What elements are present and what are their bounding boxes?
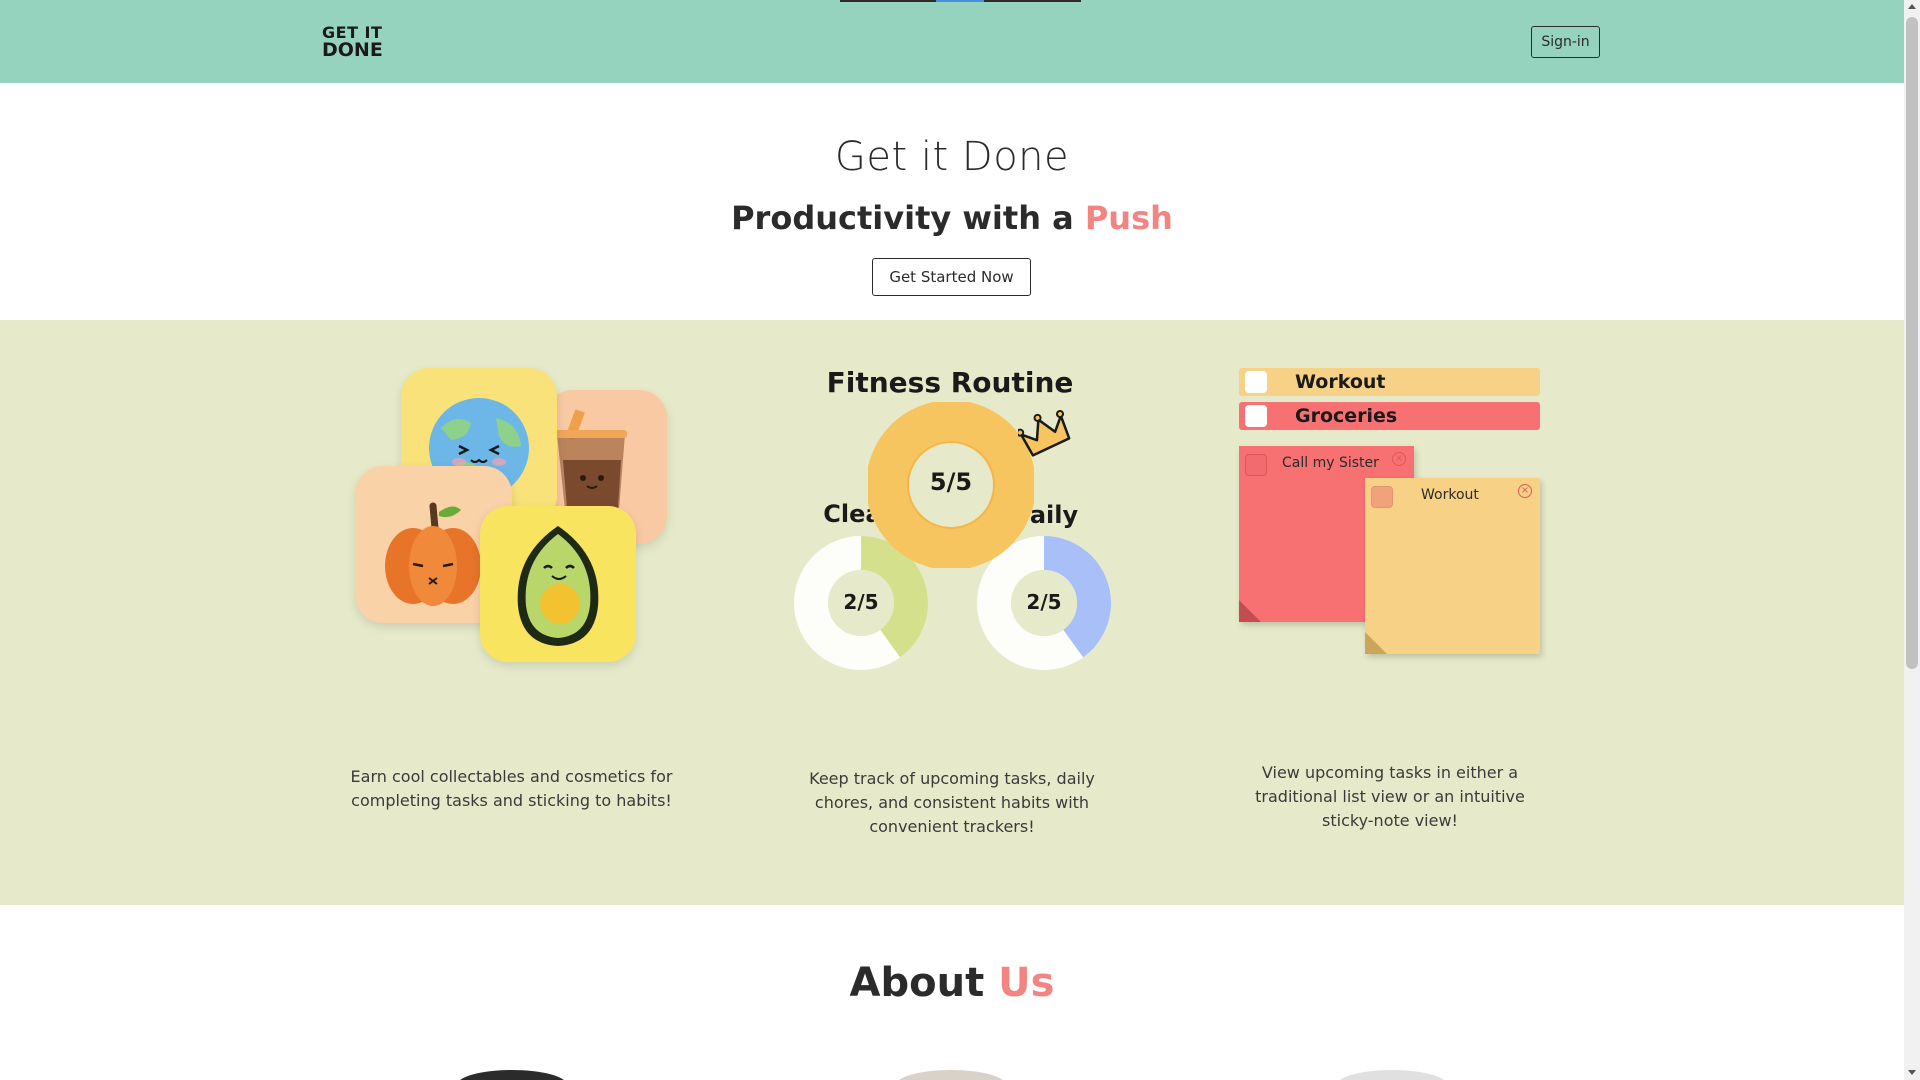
- logo[interactable]: GET IT DONE: [322, 25, 388, 61]
- trackers-description: Keep track of upcoming tasks, daily chor…: [809, 769, 1095, 836]
- sticky-note-label: Workout: [1421, 487, 1479, 503]
- avatar: [896, 1070, 1006, 1080]
- list-item[interactable]: Workout: [1239, 368, 1540, 396]
- avatar: [1337, 1070, 1447, 1080]
- navbar: GET IT DONE Sign-in: [0, 0, 1904, 83]
- list-item-label: Groceries: [1295, 405, 1398, 427]
- hero-subtitle-accent: Push: [1084, 199, 1173, 237]
- collectables-description: Earn cool collectables and cosmetics for…: [350, 767, 673, 810]
- tracker-main-value: 5/5: [929, 468, 973, 496]
- scrollbar-thumb[interactable]: [1906, 17, 1918, 669]
- scroll-down-icon[interactable]: [1908, 1070, 1916, 1075]
- hero-title: Get it Done: [834, 134, 1070, 180]
- close-icon[interactable]: ×: [1518, 484, 1532, 498]
- checkbox[interactable]: [1245, 371, 1267, 393]
- close-icon[interactable]: ×: [1392, 452, 1406, 466]
- scroll-up-icon[interactable]: [1908, 4, 1916, 9]
- avatar: [457, 1070, 567, 1080]
- about-title: About Us: [0, 960, 1904, 1006]
- hero-subtitle: Productivity with a Push: [0, 199, 1904, 237]
- sticky-fold: [1239, 600, 1261, 622]
- features-section: Fitness Routine Clean 2/5 Daily 2/5 5/5: [0, 320, 1904, 905]
- signin-button[interactable]: Sign-in: [1531, 26, 1600, 58]
- logo-line-2: DONE: [322, 39, 383, 61]
- loading-bar-accent: [936, 0, 984, 2]
- sticky-note-label: Call my Sister: [1282, 455, 1379, 471]
- sticky-checkbox[interactable]: [1245, 454, 1267, 476]
- sticky-fold: [1365, 632, 1387, 654]
- crown-icon: [1018, 410, 1071, 457]
- list-item-label: Workout: [1295, 371, 1386, 393]
- tracker-main-title: Fitness Routine: [826, 366, 1074, 399]
- checkbox[interactable]: [1245, 405, 1267, 427]
- about-title-prefix: About: [849, 960, 999, 1006]
- tracker-right-value: 2/5: [1026, 590, 1062, 614]
- sticky-note[interactable]: Workout ×: [1365, 478, 1540, 654]
- avocado-tile: [480, 506, 636, 662]
- about-title-accent: Us: [998, 960, 1055, 1006]
- sticky-checkbox[interactable]: [1371, 486, 1393, 508]
- tracker-left-value: 2/5: [843, 590, 879, 614]
- hero-subtitle-prefix: Productivity with a: [731, 199, 1085, 237]
- get-started-button[interactable]: Get Started Now: [872, 258, 1031, 296]
- views-description: View upcoming tasks in either a traditio…: [1255, 763, 1525, 830]
- avocado-icon: [517, 526, 599, 646]
- list-item[interactable]: Groceries: [1239, 402, 1540, 430]
